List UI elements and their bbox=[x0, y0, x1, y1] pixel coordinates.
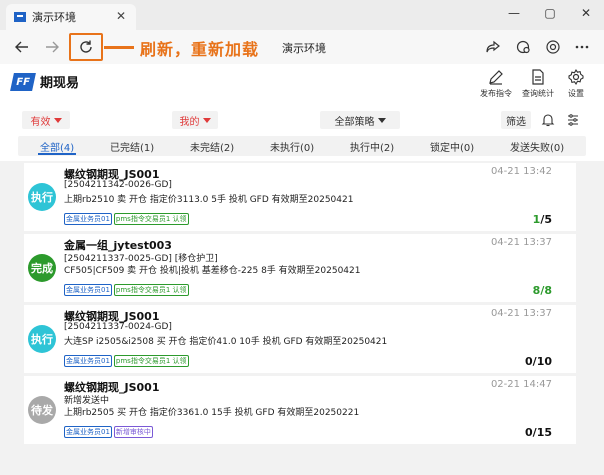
filter-button[interactable]: 筛选 bbox=[501, 111, 531, 129]
order-id: [2504211337-0024-GD] bbox=[64, 322, 172, 332]
browser-logo-icon[interactable] bbox=[543, 37, 563, 57]
back-arrow-icon[interactable] bbox=[12, 37, 32, 57]
order-id: [2504211342-0026-GD] bbox=[64, 180, 172, 190]
app-logo: FF 期现易 bbox=[10, 72, 80, 91]
pen-icon bbox=[489, 70, 503, 85]
tag: pms指令交易员1 认领 bbox=[113, 284, 189, 296]
order-tags: 金属业务员01 新增审核中 bbox=[64, 426, 153, 438]
tab-executing[interactable]: 执行中(2) bbox=[350, 139, 394, 154]
settings-label: 设置 bbox=[568, 89, 584, 98]
favicon-icon bbox=[14, 12, 26, 22]
order-progress: 0/10 bbox=[525, 355, 552, 368]
tag: 金属业务员01 bbox=[64, 426, 112, 438]
tab-locked[interactable]: 锁定中(0) bbox=[430, 139, 474, 154]
tag: 金属业务员01 bbox=[64, 213, 112, 225]
order-progress: 1/5 bbox=[532, 213, 552, 226]
order-time: 04-21 13:37 bbox=[490, 308, 552, 319]
strategy-value: 全部策略 bbox=[334, 116, 375, 128]
share-icon[interactable] bbox=[483, 37, 503, 57]
tab-not-executed[interactable]: 未执行(0) bbox=[270, 139, 314, 154]
caret-down-icon bbox=[377, 117, 386, 123]
order-progress: 8/8 bbox=[532, 284, 552, 297]
status-badge: 执行 bbox=[28, 183, 56, 211]
query-stats-label: 查询统计 bbox=[522, 89, 554, 98]
address-title: 演示环境 bbox=[282, 42, 326, 55]
order-tags: 金属业务员01 pms指令交易员1 认领 bbox=[64, 284, 189, 296]
order-time: 02-21 14:47 bbox=[490, 379, 552, 390]
order-progress: 0/15 bbox=[525, 426, 552, 439]
logo-mark-icon: FF bbox=[10, 72, 36, 91]
order-detail: 大连SP i2505&i2508 买 开仓 指定价41.0 10手 投机 GFD… bbox=[64, 337, 388, 347]
status-tab-bar: 全部(4) 已完结(1) 未完结(2) 未执行(0) 执行中(2) 锁定中(0)… bbox=[18, 136, 586, 156]
tab-uncompleted[interactable]: 未完结(2) bbox=[190, 139, 234, 154]
title-bar: 演示环境 ✕ — ▢ ✕ bbox=[0, 0, 604, 30]
tag: pms指令交易员1 认领 bbox=[113, 355, 189, 367]
settings-button[interactable]: 设置 bbox=[556, 68, 596, 99]
minimize-icon[interactable]: — bbox=[496, 0, 532, 26]
filter-bar: 有效 我的 全部策略 筛选 bbox=[0, 108, 604, 132]
status-badge: 待发 bbox=[28, 396, 56, 424]
active-tab-indicator bbox=[38, 153, 76, 155]
annotation-connector bbox=[104, 46, 134, 49]
mine-value: 我的 bbox=[179, 116, 200, 128]
document-icon bbox=[532, 69, 544, 85]
app-name: 期现易 bbox=[40, 76, 80, 91]
gear-icon bbox=[568, 68, 584, 86]
tag: pms指令交易员1 认领 bbox=[113, 213, 189, 225]
order-tags: 金属业务员01 pms指令交易员1 认领 bbox=[64, 355, 189, 367]
order-list: 执行 螺纹钢期现_JS001 04-21 13:42 [2504211342-0… bbox=[0, 161, 604, 475]
tab-all[interactable]: 全部(4) bbox=[40, 139, 74, 154]
order-card[interactable]: 待发 螺纹钢期现_JS001 02-21 14:47 新增发送中 上期rb250… bbox=[24, 376, 576, 444]
tab-send-failed[interactable]: 发送失败(0) bbox=[510, 139, 564, 154]
order-tags: 金属业务员01 pms指令交易员1 认领 bbox=[64, 213, 189, 225]
status-badge: 执行 bbox=[28, 325, 56, 353]
order-card[interactable]: 执行 螺纹钢期现_JS001 04-21 13:42 [2504211342-0… bbox=[24, 163, 576, 231]
caret-down-icon bbox=[202, 117, 211, 123]
order-card[interactable]: 执行 螺纹钢期现_JS001 04-21 13:37 [2504211337-0… bbox=[24, 305, 576, 373]
browser-window: 演示环境 ✕ — ▢ ✕ 刷新，重新加载 演示环境 FF 期现易 发布指令 查询… bbox=[0, 0, 604, 475]
status-badge: 完成 bbox=[28, 254, 56, 282]
maximize-icon[interactable]: ▢ bbox=[532, 0, 568, 26]
publish-order-button[interactable]: 发布指令 bbox=[476, 68, 516, 99]
refresh-annotation: 刷新，重新加载 bbox=[140, 40, 260, 59]
order-time: 04-21 13:42 bbox=[490, 166, 552, 177]
order-card[interactable]: 完成 金属一组_jytest003 04-21 13:37 [250421133… bbox=[24, 234, 576, 302]
strategy-dropdown[interactable]: 全部策略 bbox=[320, 111, 400, 129]
order-detail: CF505|CF509 卖 开仓 投机|投机 基差移仓-225 8手 有效期至2… bbox=[64, 266, 361, 276]
tab-completed[interactable]: 已完结(1) bbox=[110, 139, 154, 154]
refresh-icon[interactable] bbox=[76, 37, 96, 57]
order-time: 04-21 13:37 bbox=[490, 237, 552, 248]
order-detail: 上期rb2510 卖 开仓 指定价3113.0 5手 投机 GFD 有效期至20… bbox=[64, 195, 354, 205]
app-content: FF 期现易 发布指令 查询统计 设置 有效 我的 全部策略 筛选 全部(4) … bbox=[0, 64, 604, 475]
validity-dropdown[interactable]: 有效 bbox=[22, 111, 70, 129]
tag: 金属业务员01 bbox=[64, 284, 112, 296]
tag: 新增审核中 bbox=[113, 426, 153, 438]
forward-arrow-icon[interactable] bbox=[42, 37, 62, 57]
chat-icon[interactable] bbox=[513, 37, 533, 57]
close-window-icon[interactable]: ✕ bbox=[568, 0, 604, 26]
mine-dropdown[interactable]: 我的 bbox=[172, 111, 218, 129]
publish-order-label: 发布指令 bbox=[480, 89, 512, 98]
more-menu-icon[interactable] bbox=[572, 37, 592, 57]
browser-toolbar: 刷新，重新加载 演示环境 bbox=[0, 30, 604, 64]
list-filter-icon[interactable] bbox=[563, 111, 583, 129]
bell-icon[interactable] bbox=[538, 111, 558, 129]
tag: 金属业务员01 bbox=[64, 355, 112, 367]
browser-tab[interactable]: 演示环境 ✕ bbox=[6, 4, 136, 30]
tab-title: 演示环境 bbox=[32, 11, 76, 24]
window-controls: — ▢ ✕ bbox=[496, 0, 604, 26]
validity-value: 有效 bbox=[30, 116, 51, 128]
close-tab-icon[interactable]: ✕ bbox=[116, 9, 126, 23]
order-detail: 上期rb2505 买 开仓 指定价3361.0 15手 投机 GFD 有效期至2… bbox=[64, 408, 360, 418]
caret-down-icon bbox=[53, 117, 62, 123]
query-stats-button[interactable]: 查询统计 bbox=[518, 68, 558, 99]
